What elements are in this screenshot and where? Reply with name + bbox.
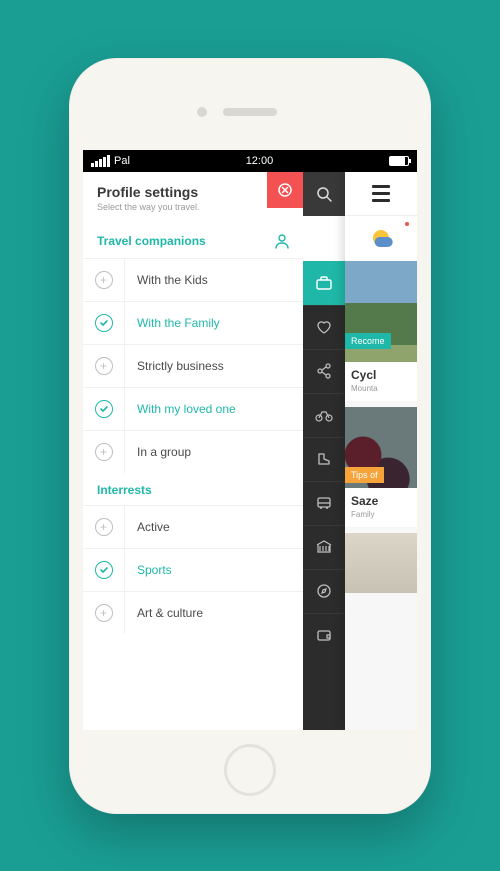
check-icon: [95, 561, 113, 579]
settings-panel: Profile settings Select the way you trav…: [83, 172, 303, 730]
home-button[interactable]: [224, 744, 276, 796]
cloud-icon: [375, 237, 393, 247]
plus-icon: +: [95, 357, 113, 375]
museum-icon: [315, 538, 333, 556]
page-title: Profile settings: [97, 184, 289, 200]
page-subtitle: Select the way you travel.: [97, 202, 289, 212]
camera-dot: [197, 107, 207, 117]
section-title-companions: Travel companions: [97, 234, 206, 248]
card-subtitle: Family: [351, 510, 411, 519]
companion-row-group[interactable]: + In a group: [83, 430, 303, 473]
rail-wallet[interactable]: [303, 613, 345, 657]
interest-row-sports[interactable]: Sports: [83, 548, 303, 591]
background-content: Recome Cycl Mounta Tips of Saze Family: [345, 172, 417, 730]
card-title: Cycl: [351, 368, 411, 382]
category-rail: [303, 172, 345, 730]
card-title: Saze: [351, 494, 411, 508]
notification-dot: [405, 222, 409, 226]
plus-icon: +: [95, 604, 113, 622]
card-subtitle: Mounta: [351, 384, 411, 393]
rail-compass[interactable]: [303, 569, 345, 613]
battery-icon: [389, 156, 409, 166]
card-tag: Tips of: [345, 467, 384, 483]
card-image: [345, 533, 417, 593]
content-card[interactable]: [345, 533, 417, 593]
menu-button[interactable]: [345, 172, 417, 216]
weather-widget[interactable]: [345, 216, 417, 261]
boot-icon: [315, 450, 333, 468]
rail-boot[interactable]: [303, 437, 345, 481]
screen: Pal 12:00 Profile settings Select the wa…: [83, 150, 417, 730]
interest-row-active[interactable]: + Active: [83, 505, 303, 548]
row-label: With my loved one: [125, 402, 236, 416]
companion-row-business[interactable]: + Strictly business: [83, 344, 303, 387]
plus-icon: +: [95, 518, 113, 536]
rail-weather-spacer: [303, 216, 345, 261]
check-icon: [95, 400, 113, 418]
phone-frame: Pal 12:00 Profile settings Select the wa…: [69, 58, 431, 814]
close-button[interactable]: [267, 172, 303, 208]
status-bar: Pal 12:00: [83, 150, 417, 172]
plus-icon: +: [95, 443, 113, 461]
content-card[interactable]: Tips of Saze Family: [345, 407, 417, 527]
content-card[interactable]: Recome Cycl Mounta: [345, 261, 417, 401]
speaker-slot: [223, 108, 277, 116]
row-label: With the Family: [125, 316, 220, 330]
menu-icon: [372, 185, 390, 202]
carrier-label: Pal: [114, 155, 130, 167]
rail-bicycle[interactable]: [303, 393, 345, 437]
clock-label: 12:00: [246, 155, 274, 167]
briefcase-icon: [314, 273, 334, 293]
row-label: With the Kids: [125, 273, 208, 287]
rail-bus[interactable]: [303, 481, 345, 525]
person-icon: [273, 232, 291, 250]
row-label: Art & culture: [125, 606, 203, 620]
row-label: Sports: [125, 563, 172, 577]
signal-icon: [91, 155, 110, 167]
bus-icon: [315, 494, 333, 512]
companion-row-loved-one[interactable]: With my loved one: [83, 387, 303, 430]
row-label: In a group: [125, 445, 191, 459]
search-button[interactable]: [303, 172, 345, 216]
row-label: Strictly business: [125, 359, 224, 373]
companion-row-kids[interactable]: + With the Kids: [83, 258, 303, 301]
interest-row-art[interactable]: + Art & culture: [83, 591, 303, 634]
heart-icon: [315, 318, 333, 336]
search-icon: [315, 185, 333, 203]
compass-icon: [315, 582, 333, 600]
companion-row-family[interactable]: With the Family: [83, 301, 303, 344]
plus-icon: +: [95, 271, 113, 289]
rail-heart[interactable]: [303, 305, 345, 349]
wallet-icon: [315, 626, 333, 644]
check-icon: [95, 314, 113, 332]
share-icon: [315, 362, 333, 380]
rail-museum[interactable]: [303, 525, 345, 569]
close-icon: [278, 183, 292, 197]
rail-briefcase[interactable]: [303, 261, 345, 305]
bicycle-icon: [314, 406, 334, 424]
rail-share[interactable]: [303, 349, 345, 393]
row-label: Active: [125, 520, 170, 534]
section-title-interests: Interrests: [97, 483, 152, 497]
card-tag: Recome: [345, 333, 391, 349]
